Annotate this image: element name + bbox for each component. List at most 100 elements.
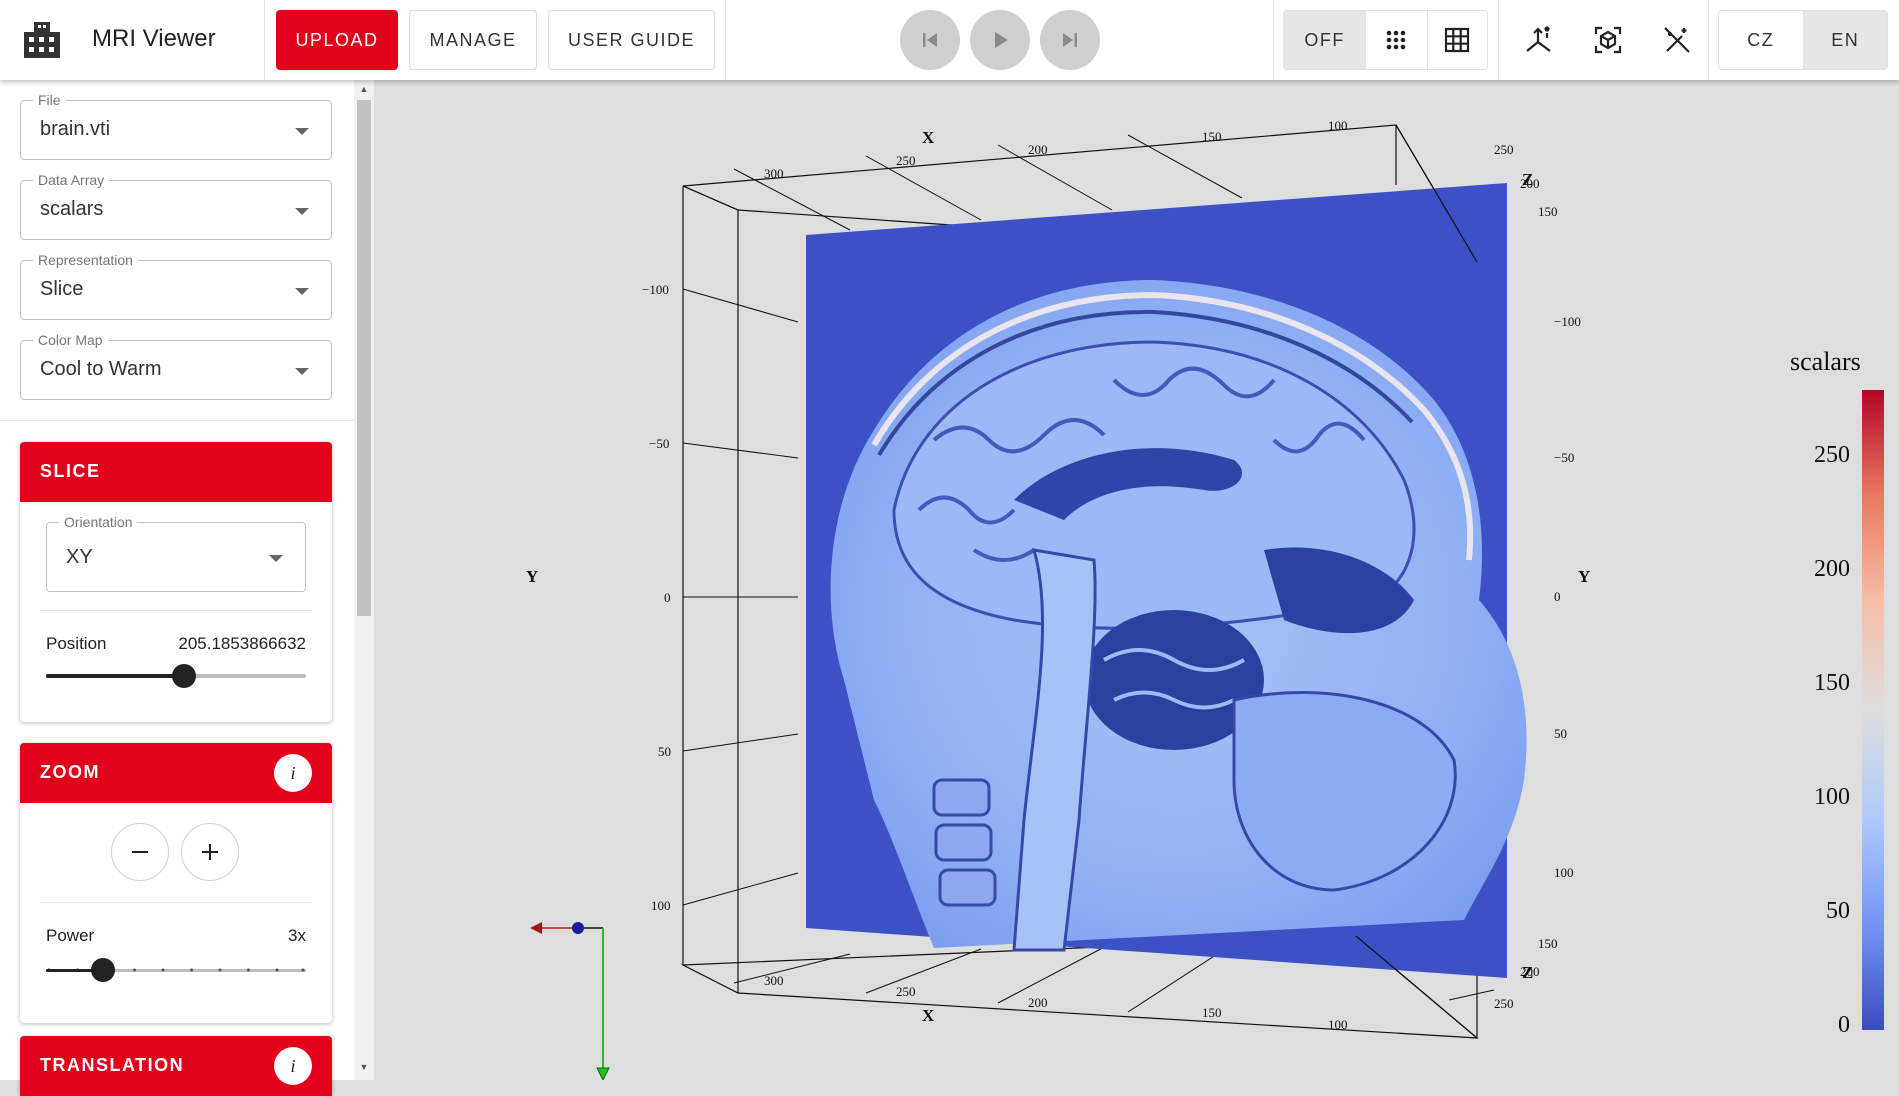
y-tick-label: 100 [651, 898, 671, 913]
y-tick-label: −100 [642, 282, 669, 297]
x-tick-label: 100 [1328, 118, 1348, 133]
manage-button[interactable]: MANAGE [409, 10, 537, 70]
chevron-down-icon [295, 208, 309, 215]
z-tick-label: 200 [1520, 176, 1540, 191]
auto-adjust-button[interactable] [1657, 20, 1697, 60]
x-tick-label: 300 [764, 973, 784, 988]
x-axis-title-top: X [922, 128, 935, 147]
play-button[interactable] [970, 10, 1030, 70]
language-cz-toggle[interactable]: CZ [1719, 11, 1803, 69]
data-array-label: Data Array [33, 172, 110, 188]
reset-camera-button[interactable] [1588, 20, 1628, 60]
z-tick-label: 200 [1520, 964, 1540, 979]
app-title: MRI Viewer [92, 25, 216, 52]
mri-slice-plane [806, 183, 1527, 978]
z-tick-label: 150 [1538, 936, 1558, 951]
z-tick-label: 150 [1538, 204, 1558, 219]
data-array-value: scalars [40, 198, 104, 220]
chevron-down-icon [295, 368, 309, 375]
data-array-select[interactable]: Data Array scalars [20, 172, 332, 240]
file-value: brain.vti [40, 118, 111, 140]
slice-card: SLICE Orientation XY Position 205.185386… [20, 442, 332, 722]
color-map-label: Color Map [33, 332, 108, 348]
y-tick-label: 0 [1554, 589, 1561, 604]
y-tick-label: 50 [1554, 726, 1567, 741]
colorbar-tick: 50 [1826, 898, 1850, 924]
user-guide-button[interactable]: USER GUIDE [548, 10, 715, 70]
divider [1708, 0, 1709, 80]
grid-dots-toggle[interactable] [1365, 11, 1427, 69]
file-select[interactable]: File brain.vti [20, 92, 332, 160]
skip-next-button[interactable] [1040, 10, 1100, 70]
magic-wand-off-icon [1664, 27, 1690, 53]
orientation-axes-icon [530, 922, 610, 1080]
minus-icon [132, 851, 148, 853]
upload-button[interactable]: UPLOAD [276, 10, 398, 70]
y-axis-title-left: Y [526, 567, 538, 586]
x-tick-label: 300 [764, 166, 784, 181]
x-tick-label: 150 [1202, 1005, 1222, 1020]
app-logo-icon [24, 22, 60, 58]
orientation-select[interactable]: Orientation XY [46, 514, 306, 592]
translation-info-button[interactable]: i [274, 1047, 312, 1085]
x-tick-label: 200 [1028, 995, 1048, 1010]
language-toggle-group: CZ EN [1718, 10, 1888, 70]
zoom-info-button[interactable]: i [274, 754, 312, 792]
divider [725, 0, 726, 80]
y-tick-label: 100 [1554, 865, 1574, 880]
scroll-up-arrow-icon[interactable]: ▲ [359, 84, 369, 94]
skip-next-icon [1063, 33, 1077, 47]
plus-icon [202, 844, 218, 860]
play-icon [995, 32, 1008, 48]
divider [0, 420, 354, 421]
representation-value: Slice [40, 278, 84, 300]
divider [1273, 0, 1274, 80]
divider [40, 610, 312, 611]
y-tick-label: 50 [658, 744, 671, 759]
representation-select[interactable]: Representation Slice [20, 252, 332, 320]
zoom-in-button[interactable] [181, 823, 239, 881]
colorbar-tick: 0 [1838, 1012, 1850, 1038]
scroll-down-arrow-icon[interactable]: ▼ [359, 1062, 369, 1072]
colorbar: scalars 250 200 150 100 50 0 [1790, 347, 1884, 1038]
y-axis-title-right: Y [1578, 567, 1590, 586]
chevron-down-icon [295, 288, 309, 295]
language-en-toggle[interactable]: EN [1802, 11, 1887, 69]
zoom-out-button[interactable] [111, 823, 169, 881]
y-tick-label: −50 [1554, 450, 1574, 465]
render-viewport[interactable]: X X Y Y Z Z 300 250 200 150 100 300 250 … [374, 80, 1899, 1080]
power-value: 3x [288, 926, 306, 945]
translation-card-title: TRANSLATION [40, 1055, 185, 1075]
y-tick-label: −100 [1554, 314, 1581, 329]
colorbar-tick: 250 [1814, 442, 1850, 468]
top-app-bar: MRI Viewer UPLOAD MANAGE USER GUIDE OFF [0, 0, 1899, 80]
x-tick-label: 250 [896, 984, 916, 999]
z-tick-label: 250 [1494, 996, 1514, 1011]
zoom-card-title: ZOOM [40, 762, 100, 782]
color-map-select[interactable]: Color Map Cool to Warm [20, 332, 332, 400]
skip-previous-button[interactable] [900, 10, 960, 70]
chevron-down-icon [295, 128, 309, 135]
grid-icon [1445, 27, 1470, 53]
chevron-down-icon [269, 555, 283, 562]
colorbar-tick: 200 [1814, 556, 1850, 582]
position-slider-thumb[interactable] [171, 664, 196, 688]
sidebar: File brain.vti Data Array scalars Repres… [0, 80, 354, 1096]
color-map-value: Cool to Warm [40, 358, 162, 380]
grid-lines-toggle[interactable] [1426, 11, 1487, 69]
volume-render[interactable]: X X Y Y Z Z 300 250 200 150 100 300 250 … [374, 80, 1899, 1080]
power-slider-thumb[interactable] [91, 958, 116, 982]
slice-card-title: SLICE [40, 461, 101, 481]
grid-toggle-group: OFF [1283, 10, 1488, 70]
zoom-card: ZOOM i Power 3x [20, 743, 332, 1023]
colorbar-tick: 100 [1814, 784, 1850, 810]
sidebar-scrollbar-thumb[interactable] [357, 100, 371, 616]
axes-orientation-button[interactable] [1518, 20, 1558, 60]
colorbar-ramp [1862, 390, 1884, 1030]
x-tick-label: 100 [1328, 1017, 1348, 1032]
grid-off-toggle[interactable]: OFF [1284, 11, 1366, 69]
divider [1498, 0, 1499, 80]
z-tick-label: 250 [1494, 142, 1514, 157]
representation-label: Representation [33, 252, 138, 268]
zoom-card-header: ZOOM i [20, 743, 332, 803]
